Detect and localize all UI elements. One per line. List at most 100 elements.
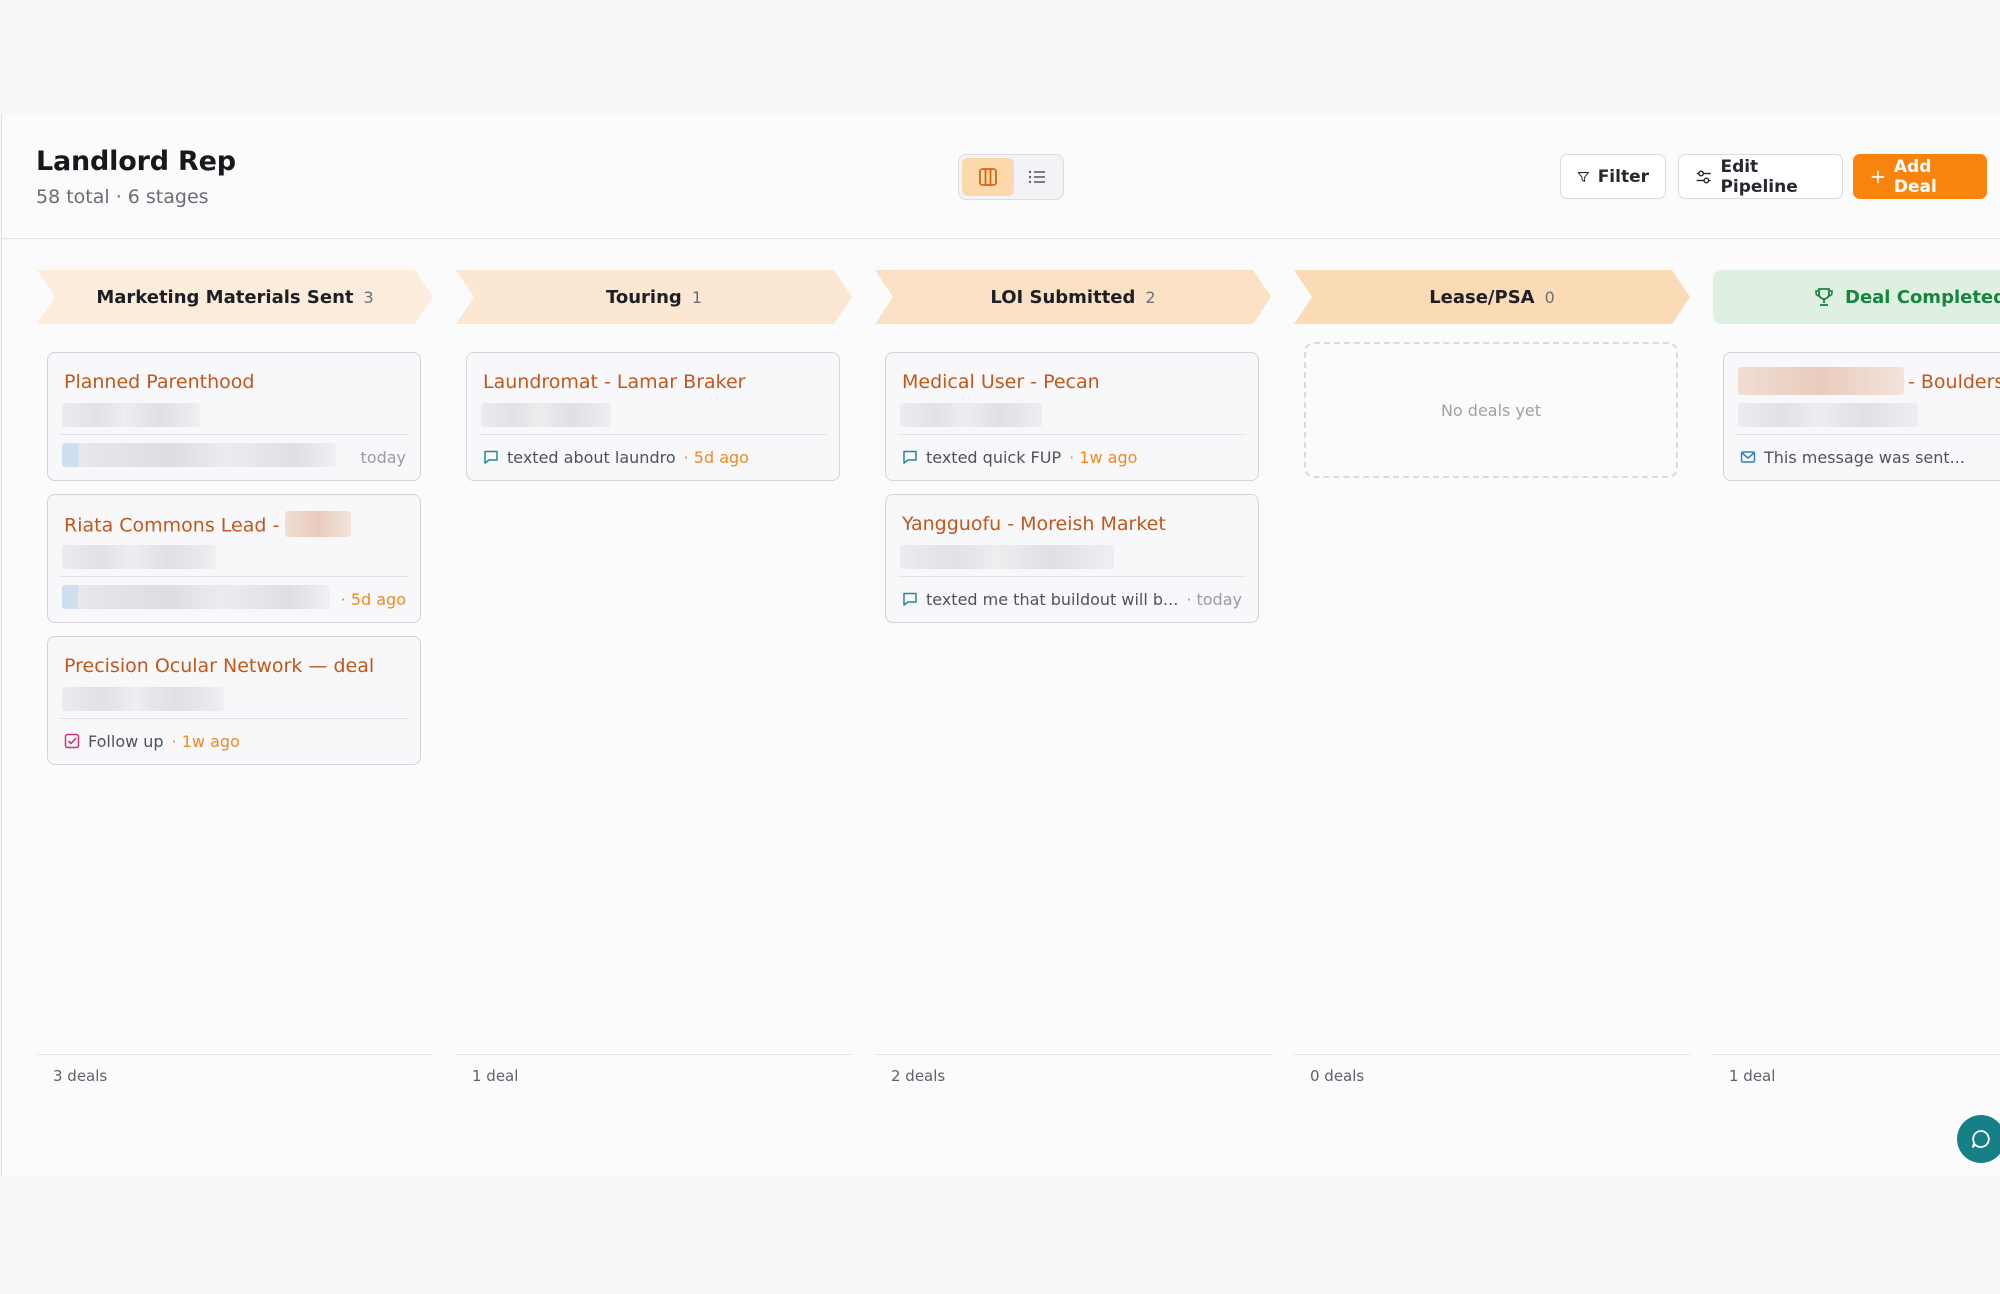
stage-column-loi-submitted: LOI Submitted 2 Medical User - Pecan tex… bbox=[875, 270, 1271, 1150]
card-divider bbox=[1736, 434, 2000, 435]
stage-name: LOI Submitted bbox=[990, 286, 1136, 308]
message-icon bbox=[903, 592, 917, 606]
deal-card[interactable]: Precision Ocular Network — deal Follow u… bbox=[47, 636, 421, 765]
stage-name: Lease/PSA bbox=[1429, 286, 1535, 308]
stage-column-marketing-materials-sent: Marketing Materials Sent 3 Planned Paren… bbox=[37, 270, 433, 1150]
deal-card[interactable]: Planned Parenthood today bbox=[47, 352, 421, 481]
deal-card[interactable]: Laundromat - Lamar Braker texted about l… bbox=[466, 352, 840, 481]
card-divider bbox=[60, 434, 408, 435]
activity-time: · 5d ago bbox=[340, 589, 406, 609]
page-title: Landlord Rep bbox=[36, 146, 236, 177]
stage-count: 1 bbox=[691, 287, 702, 307]
empty-state: No deals yet bbox=[1304, 342, 1678, 478]
deal-title: - Boulders bbox=[1908, 371, 2000, 393]
deal-card[interactable]: Medical User - Pecan texted quick FUP · … bbox=[885, 352, 1259, 481]
edit-pipeline-button[interactable]: Edit Pipeline bbox=[1678, 154, 1843, 199]
stage-header[interactable]: Marketing Materials Sent 3 bbox=[37, 270, 433, 324]
card-activity: This message was sent... bbox=[1740, 445, 2000, 469]
card-activity: Follow up · 1w ago bbox=[64, 729, 406, 753]
activity-time: · 1w ago bbox=[1069, 447, 1138, 467]
redacted-name bbox=[1738, 367, 1904, 395]
activity-text: This message was sent... bbox=[1764, 447, 1965, 467]
column-footer: 1 deal bbox=[1713, 1054, 2000, 1085]
stage-column-deal-completed: Deal Completed - Boulders This message w… bbox=[1713, 270, 2000, 1150]
message-icon bbox=[484, 450, 498, 464]
message-icon bbox=[903, 450, 917, 464]
column-footer: 1 deal bbox=[456, 1054, 852, 1085]
sliders-icon bbox=[1696, 170, 1711, 183]
task-check-icon bbox=[64, 733, 80, 749]
deal-card[interactable]: Yangguofu - Moreish Market texted me tha… bbox=[885, 494, 1259, 623]
stage-count: 3 bbox=[363, 287, 374, 307]
list-view-button[interactable] bbox=[1011, 158, 1063, 196]
card-divider bbox=[60, 576, 408, 577]
pipeline-summary: 58 total · 6 stages bbox=[36, 186, 209, 208]
activity-text: texted quick FUP bbox=[926, 447, 1062, 467]
pipeline-app: Landlord Rep 58 total · 6 stages Filter … bbox=[1, 114, 2000, 1176]
deal-title: Planned Parenthood bbox=[64, 371, 255, 393]
redacted-contact bbox=[900, 545, 1114, 569]
deal-count: 1 deal bbox=[1729, 1067, 1776, 1085]
stage-header[interactable]: LOI Submitted 2 bbox=[875, 270, 1271, 324]
activity-time: · 1w ago bbox=[171, 731, 240, 751]
activity-text: Follow up bbox=[88, 731, 164, 751]
stage-header[interactable]: Touring 1 bbox=[456, 270, 852, 324]
stage-header[interactable]: Lease/PSA 0 bbox=[1294, 270, 1690, 324]
column-footer: 2 deals bbox=[875, 1054, 1271, 1085]
stage-header[interactable]: Deal Completed bbox=[1713, 270, 2000, 324]
board-view-button[interactable] bbox=[962, 158, 1014, 196]
card-divider bbox=[898, 576, 1246, 577]
stage-name: Marketing Materials Sent bbox=[96, 286, 354, 308]
add-deal-button[interactable]: Add Deal bbox=[1853, 154, 1987, 199]
redacted-contact bbox=[62, 403, 200, 427]
redacted-contact bbox=[481, 403, 611, 427]
activity-time: · today bbox=[1186, 589, 1242, 609]
deal-card[interactable]: - Boulders This message was sent... bbox=[1723, 352, 2000, 481]
filter-icon bbox=[1577, 171, 1589, 182]
card-divider bbox=[898, 434, 1246, 435]
redacted-contact bbox=[62, 545, 216, 569]
view-toggle bbox=[958, 154, 1064, 200]
deal-title: Yangguofu - Moreish Market bbox=[902, 513, 1166, 535]
stage-column-lease-psa: Lease/PSA 0 No deals yet 0 deals bbox=[1294, 270, 1690, 1150]
activity-time: today bbox=[360, 447, 407, 467]
redacted-contact bbox=[62, 687, 224, 711]
card-activity: today bbox=[64, 445, 407, 469]
filter-button[interactable]: Filter bbox=[1560, 154, 1666, 199]
stage-column-touring: Touring 1 Laundromat - Lamar Braker text… bbox=[456, 270, 852, 1150]
activity-time: · 5d ago bbox=[683, 447, 749, 467]
trophy-icon bbox=[1815, 288, 1833, 306]
edit-pipeline-label: Edit Pipeline bbox=[1720, 156, 1798, 197]
column-footer: 3 deals bbox=[37, 1054, 433, 1085]
redacted-contact bbox=[900, 403, 1042, 427]
card-activity: texted me that buildout will b... · toda… bbox=[902, 587, 1244, 611]
card-activity: texted quick FUP · 1w ago bbox=[902, 445, 1244, 469]
mail-icon bbox=[1740, 451, 1756, 463]
stage-name: Deal Completed bbox=[1845, 286, 2000, 308]
deal-title-text: Riata Commons Lead - bbox=[64, 514, 280, 537]
deal-title: Precision Ocular Network — deal bbox=[64, 655, 375, 677]
deal-count: 1 deal bbox=[472, 1067, 519, 1085]
deal-card[interactable]: Riata Commons Lead - · 5d ago bbox=[47, 494, 421, 623]
deal-title: Laundromat - Lamar Braker bbox=[483, 371, 746, 393]
redacted-contact bbox=[1738, 403, 1918, 427]
stage-count: 0 bbox=[1544, 287, 1555, 307]
chat-bubble-icon bbox=[1972, 1130, 1990, 1148]
plus-icon bbox=[1871, 170, 1885, 183]
deal-count: 3 deals bbox=[53, 1067, 108, 1085]
card-divider bbox=[479, 434, 827, 435]
add-deal-label: Add Deal bbox=[1893, 156, 1937, 197]
list-icon bbox=[1028, 170, 1045, 184]
deal-title: Medical User - Pecan bbox=[902, 371, 1100, 393]
stage-name: Touring bbox=[605, 286, 682, 308]
deal-count: 0 deals bbox=[1310, 1067, 1365, 1085]
chat-button[interactable] bbox=[1957, 1115, 2000, 1163]
redacted-name bbox=[285, 511, 352, 537]
card-activity: · 5d ago bbox=[64, 587, 406, 611]
activity-text: texted about laundro bbox=[507, 447, 676, 467]
activity-text: texted me that buildout will b... bbox=[926, 589, 1179, 609]
pipeline-header: Landlord Rep 58 total · 6 stages Filter … bbox=[2, 114, 2000, 239]
deal-count: 2 deals bbox=[891, 1067, 946, 1085]
deal-title: Riata Commons Lead - bbox=[64, 511, 352, 539]
stage-count: 2 bbox=[1145, 287, 1156, 307]
